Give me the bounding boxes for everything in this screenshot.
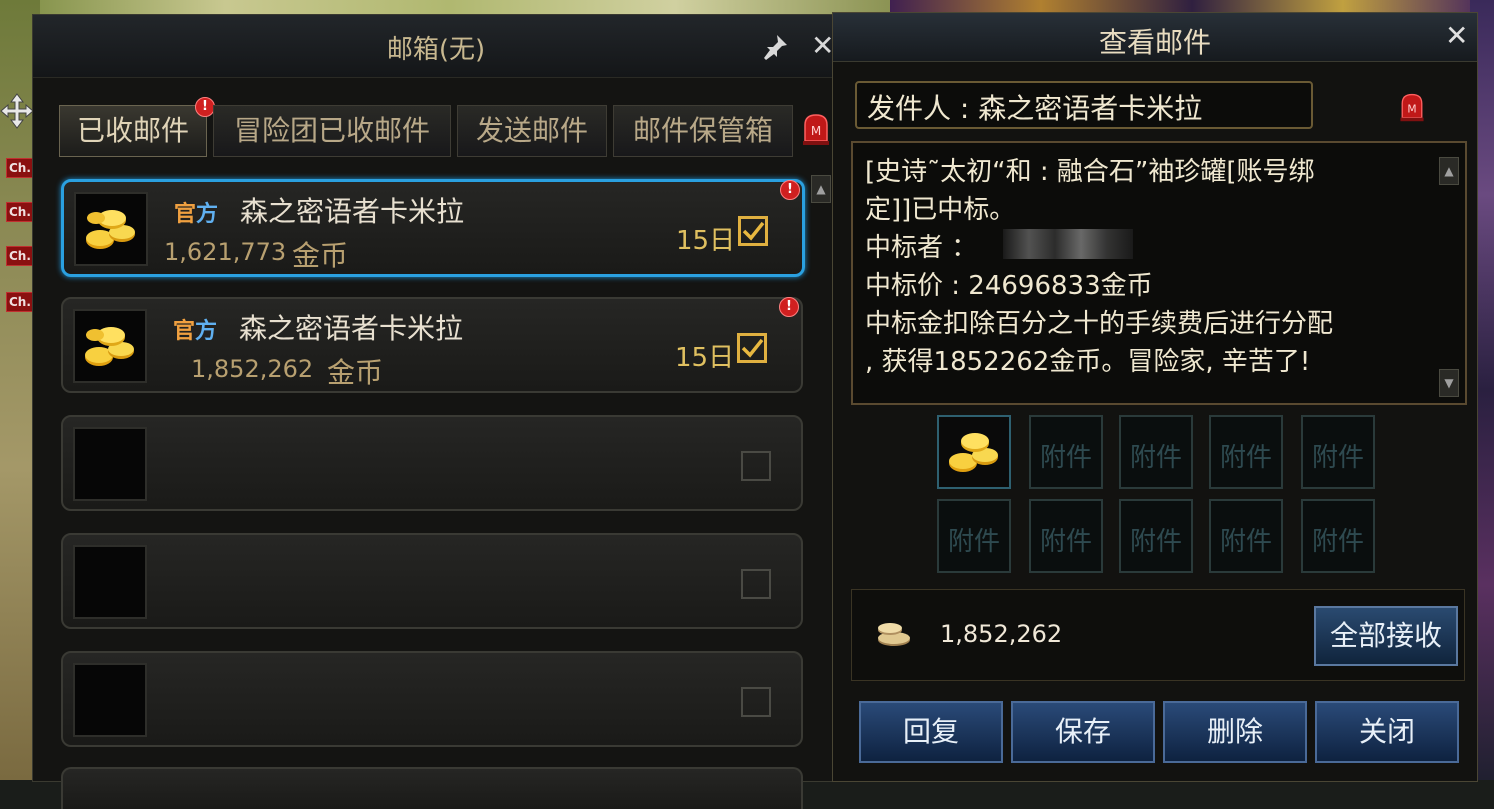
attachment-slot[interactable]: 附件 (1301, 415, 1375, 489)
item-slot (73, 427, 147, 501)
tab-mail-storage[interactable]: 邮件保管箱 (613, 105, 793, 157)
view-mail-title: 查看邮件 (1098, 26, 1211, 59)
mail-checkbox[interactable] (737, 333, 767, 363)
attachment-slot[interactable]: 附件 (1301, 499, 1375, 573)
mail-expiry: 15日 (675, 343, 735, 373)
mail-checkbox[interactable] (741, 569, 771, 599)
gold-coins-icon (85, 327, 134, 366)
attachment-slot[interactable]: 附件 (937, 499, 1011, 573)
gold-attachment-row: 1,852,262 全部接收 (851, 589, 1465, 681)
content-scroll-up[interactable]: ▲ (1439, 157, 1459, 185)
save-button[interactable]: 保存 (1011, 701, 1155, 763)
mail-sender: 森之密语者卡米拉 (239, 312, 464, 345)
mailbox-panel: 邮箱(无) ✕ 已收邮件 ! 冒险团已收邮件 发送邮件 邮件保管箱 M ▲ 官方… (32, 14, 840, 809)
gold-amount: 1,852,262 (940, 620, 1063, 648)
empty-mail-slot[interactable] (61, 415, 803, 511)
empty-mail-slot[interactable] (61, 533, 803, 629)
redacted-name (1003, 229, 1133, 259)
mailbox-title: 邮箱(无) (386, 35, 486, 65)
mail-gold-amount: 1,852,262 (191, 355, 314, 383)
move-arrows-icon[interactable] (0, 92, 34, 130)
mail-gold-amount: 1,621,773 (164, 238, 287, 266)
attachment-slot[interactable]: 附件 (1119, 415, 1193, 489)
tab-received-mail[interactable]: 已收邮件 (59, 105, 207, 157)
attachment-slot[interactable]: 附件 (1029, 499, 1103, 573)
mail-list-item[interactable]: 官方 森之密语者卡米拉 1,621,773 金币 15日 ! (61, 179, 805, 277)
close-button[interactable]: 关闭 (1315, 701, 1459, 763)
alarm-bell-icon[interactable]: M (801, 111, 831, 147)
tab-sent-mail[interactable]: 发送邮件 (457, 105, 607, 157)
official-badge: 官方 (173, 319, 218, 344)
svg-text:M: M (1407, 102, 1416, 115)
content-scroll-down[interactable]: ▼ (1439, 369, 1459, 397)
empty-mail-slot[interactable] (61, 651, 803, 747)
empty-mail-slot[interactable] (61, 767, 803, 809)
mail-checkbox[interactable] (738, 216, 768, 246)
item-slot (73, 309, 147, 383)
close-icon[interactable]: ✕ (1445, 19, 1468, 52)
checkmark-icon (742, 221, 765, 241)
attachment-slot[interactable]: 附件 (1029, 415, 1103, 489)
mail-list-scroll-up[interactable]: ▲ (811, 175, 831, 203)
mail-alert-badge: ! (780, 180, 800, 200)
official-badge: 官方 (174, 202, 219, 227)
receive-all-button[interactable]: 全部接收 (1314, 606, 1458, 666)
item-slot (73, 663, 147, 737)
attachment-slot[interactable] (937, 415, 1011, 489)
mail-sender: 森之密语者卡米拉 (240, 195, 465, 228)
gold-coins-icon (949, 433, 998, 472)
view-mail-panel: 查看邮件 ✕ 发件人 : 森之密语者卡米拉 M [史诗˜太初“和 : 融合石”袖… (832, 12, 1478, 782)
tab-guild-received-mail[interactable]: 冒险团已收邮件 (213, 105, 451, 157)
mail-gold-unit: 金币 (327, 356, 384, 389)
checkmark-icon (741, 338, 764, 358)
delete-button[interactable]: 删除 (1163, 701, 1307, 763)
mail-expiry: 15日 (676, 226, 736, 256)
attachment-slot[interactable]: 附件 (1209, 499, 1283, 573)
sender-field: 发件人 : 森之密语者卡米拉 (855, 81, 1313, 129)
coin-stack-icon (878, 623, 910, 646)
gold-coins-icon (86, 210, 135, 249)
view-mail-title-bar[interactable]: 查看邮件 ✕ (833, 13, 1477, 62)
mailbox-title-bar[interactable]: 邮箱(无) ✕ (33, 15, 839, 78)
item-slot (74, 192, 148, 266)
attachment-slot[interactable]: 附件 (1119, 499, 1193, 573)
pin-icon[interactable] (761, 33, 789, 61)
svg-text:M: M (811, 124, 821, 138)
reply-button[interactable]: 回复 (859, 701, 1003, 763)
attachment-slot[interactable]: 附件 (1209, 415, 1283, 489)
mail-alert-badge: ! (779, 297, 799, 317)
tab-alert-badge: ! (195, 97, 215, 117)
item-slot (73, 545, 147, 619)
mail-checkbox[interactable] (741, 451, 771, 481)
mail-list-item[interactable]: 官方 森之密语者卡米拉 1,852,262 金币 15日 ! (61, 297, 803, 393)
mail-checkbox[interactable] (741, 687, 771, 717)
alarm-bell-icon[interactable]: M (1397, 91, 1427, 123)
mail-content-box[interactable]: [史诗˜太初“和 : 融合石”袖珍罐[账号绑 定]]已中标。 中标者 ： 中标价… (851, 141, 1467, 405)
mail-body: [史诗˜太初“和 : 融合石”袖珍罐[账号绑 定]]已中标。 中标者 ： 中标价… (865, 157, 1334, 377)
mail-gold-unit: 金币 (292, 239, 349, 272)
